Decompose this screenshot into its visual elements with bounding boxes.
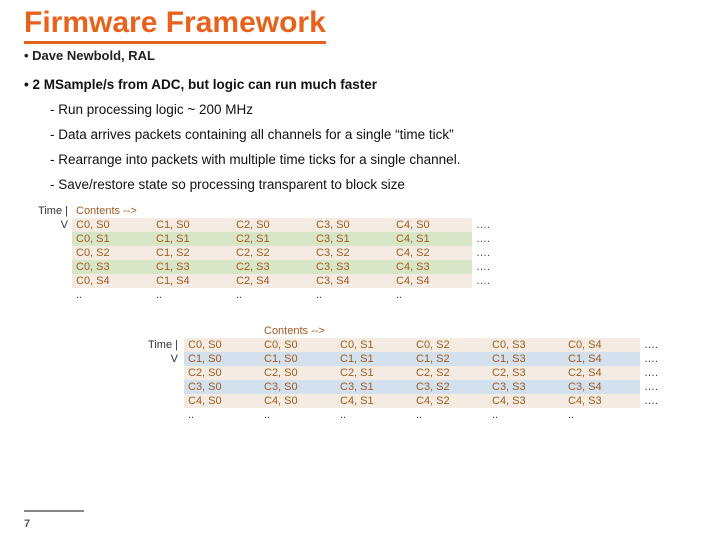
dots: .. — [564, 408, 640, 422]
dots: .. — [260, 408, 336, 422]
table-cell: C1, S1 — [152, 232, 232, 246]
table-cell: C4, S4 — [392, 274, 472, 288]
table-cell: C0, S0 — [260, 338, 336, 352]
dots: .. — [412, 408, 488, 422]
table-cell: C2, S4 — [564, 366, 640, 380]
axis-label: V — [124, 352, 178, 366]
row-trail: …. — [472, 246, 512, 260]
table-cell: C1, S4 — [564, 352, 640, 366]
table-cell: C4, S1 — [336, 394, 412, 408]
footer-rule — [24, 510, 84, 512]
table-cell: C0, S4 — [564, 338, 640, 352]
table-cell: C3, S0 — [184, 380, 260, 394]
dots: .. — [184, 408, 260, 422]
table-b-axis: Time | V — [124, 338, 178, 366]
table-cell: C3, S3 — [312, 260, 392, 274]
contents-label: Contents --> — [260, 324, 336, 338]
table-cell: C1, S3 — [152, 260, 232, 274]
row-trail: …. — [640, 366, 676, 380]
bullet-level-2: Data arrives packets containing all chan… — [50, 127, 696, 142]
table-cell: C3, S2 — [312, 246, 392, 260]
table-cell: C0, S2 — [72, 246, 152, 260]
table-cell: C4, S2 — [412, 394, 488, 408]
dots: .. — [312, 288, 392, 302]
dots: .. — [232, 288, 312, 302]
row-trail: …. — [640, 352, 676, 366]
dots: .. — [488, 408, 564, 422]
bullet-level-2: Run processing logic ~ 200 MHz — [50, 102, 696, 117]
table-cell: C0, S3 — [488, 338, 564, 352]
row-trail: …. — [472, 218, 512, 232]
row-trail: …. — [472, 260, 512, 274]
table-b-grid: Contents -->C0, S0C0, S0C0, S1C0, S2C0, … — [184, 324, 676, 422]
table-cell: C4, S1 — [392, 232, 472, 246]
table-a-axis: Time | V — [14, 204, 68, 232]
table-cell: C3, S2 — [412, 380, 488, 394]
table-cell: C0, S1 — [336, 338, 412, 352]
row-trail: …. — [472, 274, 512, 288]
table-cell: C0, S0 — [184, 338, 260, 352]
dots: .. — [152, 288, 232, 302]
table-cell: C1, S0 — [260, 352, 336, 366]
table-cell: C2, S3 — [232, 260, 312, 274]
table-cell: C0, S2 — [412, 338, 488, 352]
table-a-grid: Contents -->C0, S0C1, S0C2, S0C3, S0C4, … — [72, 204, 512, 302]
table-cell: C4, S0 — [260, 394, 336, 408]
table-cell: C2, S1 — [232, 232, 312, 246]
table-cell: C3, S1 — [336, 380, 412, 394]
table-cell: C2, S4 — [232, 274, 312, 288]
table-cell: C2, S2 — [412, 366, 488, 380]
bullet-level-2: Rearrange into packets with multiple tim… — [50, 152, 696, 167]
table-cell: C1, S4 — [152, 274, 232, 288]
table-cell: C4, S3 — [392, 260, 472, 274]
table-cell: C3, S3 — [488, 380, 564, 394]
bullet-level-1: 2 MSample/s from ADC, but logic can run … — [24, 77, 696, 92]
table-cell: C2, S0 — [184, 366, 260, 380]
axis-label: V — [14, 218, 68, 232]
table-cell: C3, S0 — [260, 380, 336, 394]
dots: .. — [392, 288, 472, 302]
slide-author: Dave Newbold, RAL — [24, 48, 696, 63]
table-cell: C2, S0 — [260, 366, 336, 380]
table-cell: C1, S0 — [184, 352, 260, 366]
axis-label: Time | — [124, 338, 178, 352]
table-cell: C4, S2 — [392, 246, 472, 260]
row-trail: …. — [472, 232, 512, 246]
row-trail: …. — [640, 380, 676, 394]
table-cell: C4, S0 — [184, 394, 260, 408]
slide-title: Firmware Framework — [24, 6, 326, 44]
contents-label: Contents --> — [72, 204, 152, 218]
page-number: 7 — [24, 518, 30, 530]
table-cell: C3, S4 — [312, 274, 392, 288]
table-cell: C4, S3 — [564, 394, 640, 408]
table-cell: C2, S2 — [232, 246, 312, 260]
row-trail: …. — [640, 338, 676, 352]
table-cell: C4, S0 — [392, 218, 472, 232]
table-cell: C1, S2 — [152, 246, 232, 260]
table-cell: C3, S4 — [564, 380, 640, 394]
table-cell: C1, S3 — [488, 352, 564, 366]
bullet-level-2: Save/restore state so processing transpa… — [50, 177, 696, 192]
slide: Firmware Framework Dave Newbold, RAL 2 M… — [0, 0, 720, 192]
axis-label: Time | — [14, 204, 68, 218]
row-trail: …. — [640, 394, 676, 408]
table-cell: C0, S3 — [72, 260, 152, 274]
dots: .. — [336, 408, 412, 422]
table-cell: C2, S3 — [488, 366, 564, 380]
table-cell: C0, S0 — [72, 218, 152, 232]
table-cell: C0, S4 — [72, 274, 152, 288]
dots: .. — [72, 288, 152, 302]
table-cell: C2, S1 — [336, 366, 412, 380]
table-cell: C3, S0 — [312, 218, 392, 232]
table-cell: C1, S0 — [152, 218, 232, 232]
table-cell: C1, S1 — [336, 352, 412, 366]
table-cell: C4, S3 — [488, 394, 564, 408]
table-cell: C3, S1 — [312, 232, 392, 246]
table-cell: C1, S2 — [412, 352, 488, 366]
table-cell: C2, S0 — [232, 218, 312, 232]
table-cell: C0, S1 — [72, 232, 152, 246]
